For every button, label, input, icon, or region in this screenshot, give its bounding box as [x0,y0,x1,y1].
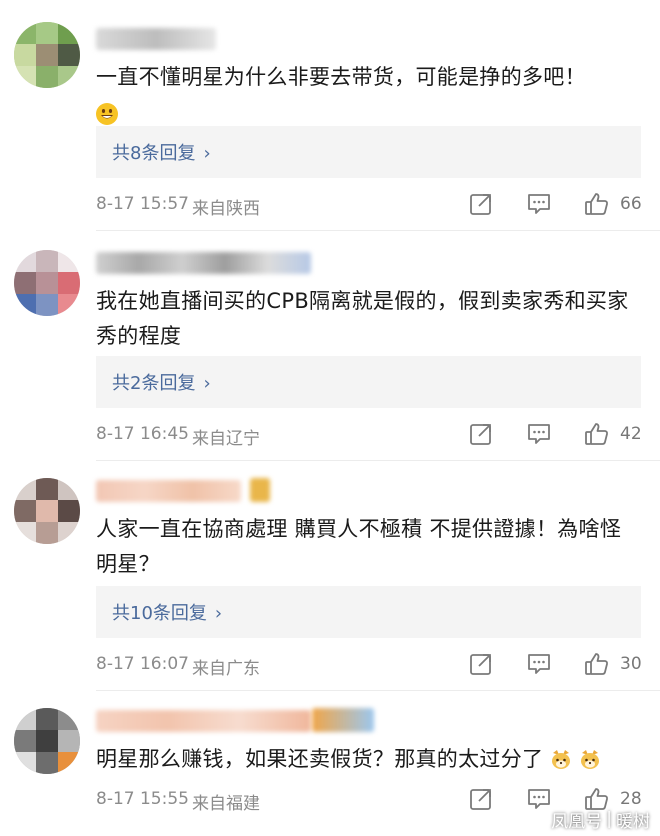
comment-text: 一直不懂明星为什么非要去带货，可能是挣的多吧！ [96,60,641,130]
location: 来自辽宁 [192,429,260,449]
comment-meta: 8-17 16:07 来自广东 30 [96,651,642,679]
watermark-right: 暖树 [616,811,650,832]
comment-icon[interactable] [526,421,552,447]
comment-icon[interactable] [526,191,552,217]
like-count: 30 [620,654,642,674]
comment-text: 明星那么赚钱，如果还卖假货？那真的太过分了 [96,742,641,777]
share-icon[interactable] [468,786,494,812]
location: 来自福建 [192,794,260,814]
share-icon[interactable] [468,651,494,677]
comment-item: 一直不懂明星为什么非要去带货，可能是挣的多吧！ 共8条回复 › 8-17 15:5… [0,0,660,230]
username-blurred[interactable] [96,252,311,274]
share-icon[interactable] [468,191,494,217]
watermark-left: 凤凰号 [551,811,603,832]
timestamp: 8-17 15:55 [96,789,189,809]
watermark-separator: | [606,809,612,829]
chevron-right-icon: › [214,603,223,624]
location: 来自陕西 [192,199,260,219]
thumbs-up-icon[interactable] [584,191,610,217]
comment-item: 人家一直在協商處理 購買人不極積 不提供證據！為啥怪明星？ 共10条回复 › 8-… [0,460,660,690]
chevron-right-icon: › [203,373,211,394]
replies-link[interactable]: 共10条回复 › [112,599,222,625]
badge-blurred [312,708,374,732]
dog-face-emoji [579,749,601,771]
avatar[interactable] [14,250,80,316]
reply-summary[interactable]: 共2条回复 › [96,356,641,408]
comment-text: 我在她直播间买的CPB隔离就是假的，假到卖家秀和买家秀的程度 [96,289,629,348]
share-icon[interactable] [468,421,494,447]
location: 来自广东 [192,659,260,679]
thumbs-up-icon[interactable] [584,651,610,677]
username-blurred[interactable] [96,710,311,732]
avatar[interactable] [14,708,80,774]
comment-item: 我在她直播间买的CPB隔离就是假的，假到卖家秀和买家秀的程度 共2条回复 › 8-… [0,230,660,460]
reply-summary[interactable]: 共10条回复 › [96,586,641,638]
chevron-right-icon: › [203,143,211,164]
username-blurred[interactable] [96,480,241,502]
thumbs-up-icon[interactable] [584,421,610,447]
like-count: 42 [620,424,642,444]
timestamp: 8-17 16:07 [96,654,189,674]
watermark: 凤凰号 | 暖树 [551,806,650,832]
like-count: 66 [620,194,642,214]
comment-icon[interactable] [526,786,552,812]
comment-meta: 8-17 16:45 来自辽宁 42 [96,421,642,449]
avatar[interactable] [14,478,80,544]
comment-meta: 8-17 15:57 来自陕西 66 [96,191,642,219]
username-blurred[interactable] [96,28,216,50]
timestamp: 8-17 15:57 [96,194,189,214]
replies-link[interactable]: 共8条回复 › [112,139,211,165]
timestamp: 8-17 16:45 [96,424,189,444]
badge-blurred [250,478,270,502]
grinning-face-emoji [96,103,118,125]
comment-text: 人家一直在協商處理 購買人不極積 不提供證據！為啥怪明星？ [96,517,622,576]
comment-icon[interactable] [526,651,552,677]
dog-face-emoji [550,749,572,771]
avatar[interactable] [14,22,80,88]
replies-link[interactable]: 共2条回复 › [112,369,211,395]
reply-summary[interactable]: 共8条回复 › [96,126,641,178]
